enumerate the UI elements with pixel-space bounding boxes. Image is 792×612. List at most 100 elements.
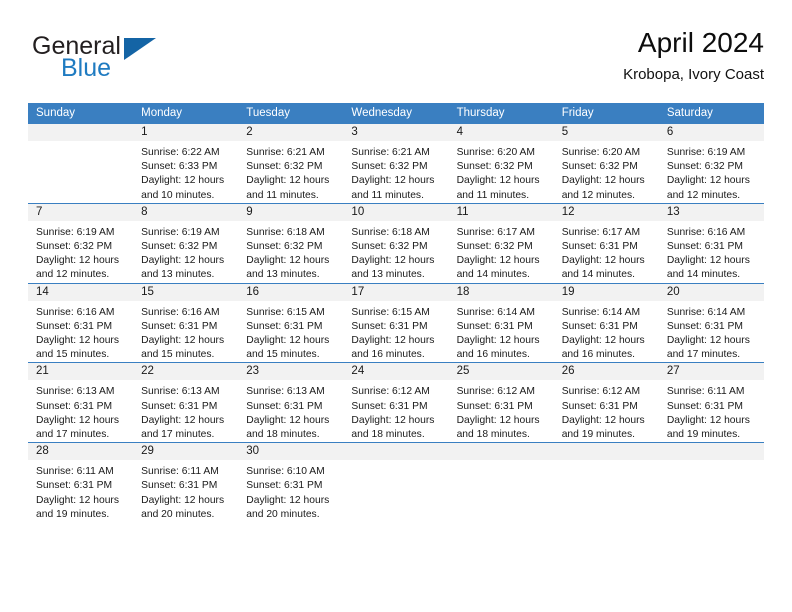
weekday-header-wednesday: Wednesday [343,103,449,124]
calendar-day-cell[interactable]: 22 Sunrise: 6:13 AM Sunset: 6:31 PM Dayligh… [133,362,239,443]
calendar-day-cell[interactable]: 20 Sunrise: 6:14 AM Sunset: 6:31 PM Dayligh… [658,282,764,363]
calendar-day-cell[interactable]: 28 Sunrise: 6:11 AM Sunset: 6:31 PM Dayligh… [28,442,134,523]
calendar-day-cell[interactable]: 8 Sunrise: 6:19 AM Sunset: 6:32 PM Daylight… [133,202,239,284]
triangle-icon [124,38,156,60]
calendar-day-cell[interactable]: 10 Sunrise: 6:18 AM Sunset: 6:32 PM Dayligh… [343,202,449,284]
calendar-day-cell[interactable]: 19 Sunrise: 6:14 AM Sunset: 6:31 PM Dayligh… [553,282,659,363]
day-details: Sunrise: 6:10 AM Sunset: 6:31 PM Daylight:… [238,460,343,522]
sunset-text: Sunset: 6:31 PM [141,320,218,332]
calendar-day-cell[interactable]: 4 Sunrise: 6:20 AM Sunset: 6:32 PM Daylight… [448,124,554,203]
daylight-text-line2: and 19 minutes. [666,429,741,441]
calendar-day-cell[interactable]: 7 Sunrise: 6:19 AM Sunset: 6:32 PM Daylight… [28,202,134,284]
daylight-text-line2: and 14 minutes. [456,269,530,281]
day-details: Sunrise: 6:21 AM Sunset: 6:32 PM Daylight:… [343,141,448,203]
sunset-text: Sunset: 6:31 PM [351,320,428,332]
sunset-text: Sunset: 6:32 PM [561,161,638,173]
sunrise-text: Sunrise: 6:13 AM [36,386,115,398]
calendar-day-cell[interactable] [658,442,764,523]
calendar-day-cell[interactable]: 25 Sunrise: 6:12 AM Sunset: 6:31 PM Dayligh… [448,362,554,443]
calendar-day-cell[interactable]: 5 Sunrise: 6:20 AM Sunset: 6:32 PM Daylight… [553,124,659,203]
daylight-text-line1: Daylight: 12 hours [456,414,540,426]
day-details: Sunrise: 6:19 AM Sunset: 6:32 PM Daylight:… [133,221,238,283]
calendar-day-cell[interactable]: 26 Sunrise: 6:12 AM Sunset: 6:31 PM Dayligh… [553,362,659,443]
day-details: Sunrise: 6:12 AM Sunset: 6:31 PM Daylight:… [554,380,659,442]
daylight-text-line1: Daylight: 12 hours [666,335,750,347]
calendar-week-row: 28 Sunrise: 6:11 AM Sunset: 6:31 PM Dayligh… [28,442,764,523]
daylight-text-line1: Daylight: 12 hours [456,175,540,187]
calendar-day-cell[interactable]: 9 Sunrise: 6:18 AM Sunset: 6:32 PM Daylight… [238,202,344,284]
daylight-text-line2: and 19 minutes. [36,508,110,520]
daylight-text-line2: and 20 minutes. [141,508,215,520]
calendar-day-cell[interactable]: 27 Sunrise: 6:11 AM Sunset: 6:31 PM Dayligh… [658,362,764,443]
calendar-day-cell[interactable]: 2 Sunrise: 6:21 AM Sunset: 6:32 PM Daylight… [238,124,344,203]
weekday-header-sunday: Sunday [28,103,134,124]
calendar-day-cell[interactable]: 23 Sunrise: 6:13 AM Sunset: 6:31 PM Dayligh… [238,362,344,443]
calendar-day-cell[interactable] [343,442,449,523]
daylight-text-line2: and 17 minutes. [141,429,215,441]
sunrise-text: Sunrise: 6:20 AM [561,147,641,158]
sunrise-text: Sunrise: 6:22 AM [141,147,220,158]
brand-logo[interactable]: General Blue [28,32,258,92]
daylight-text-line2: and 13 minutes. [351,269,425,281]
day-details: Sunrise: 6:15 AM Sunset: 6:31 PM Daylight:… [238,301,343,363]
calendar-day-cell[interactable]: 15 Sunrise: 6:16 AM Sunset: 6:31 PM Dayligh… [133,282,239,363]
calendar-day: 6 Sunrise: 6:19 AM Sunset: 6:32 PM Daylight… [658,124,764,203]
daylight-text-line1: Daylight: 12 hours [246,494,330,506]
calendar-day-cell[interactable]: 11 Sunrise: 6:17 AM Sunset: 6:32 PM Dayligh… [448,202,554,284]
calendar-day-cell[interactable]: 24 Sunrise: 6:12 AM Sunset: 6:31 PM Dayligh… [343,362,449,443]
sunset-text: Sunset: 6:31 PM [246,320,323,332]
day-number: 14 [28,283,134,301]
calendar-day-cell[interactable]: 6 Sunrise: 6:19 AM Sunset: 6:32 PM Daylight… [658,124,764,203]
daylight-text-line2: and 13 minutes. [246,269,320,281]
calendar-week-row: 14 Sunrise: 6:16 AM Sunset: 6:31 PM Dayligh… [28,282,764,363]
day-details: Sunrise: 6:22 AM Sunset: 6:33 PM Daylight:… [133,141,238,203]
calendar-day-cell[interactable]: 3 Sunrise: 6:21 AM Sunset: 6:32 PM Daylight… [343,124,449,203]
daylight-text-line1: Daylight: 12 hours [456,255,540,267]
daylight-text-line1: Daylight: 12 hours [456,335,540,347]
sunset-text: Sunset: 6:32 PM [141,241,218,253]
calendar-day-cell[interactable] [28,124,134,203]
page-header: General Blue April 2024 Krobopa, Ivory C… [28,26,764,96]
calendar-day: 12 Sunrise: 6:17 AM Sunset: 6:31 PM Dayligh… [553,203,659,283]
sunrise-text: Sunrise: 6:21 AM [351,147,430,158]
daylight-text-line2: and 16 minutes. [456,349,530,361]
calendar-day-cell[interactable]: 18 Sunrise: 6:14 AM Sunset: 6:31 PM Dayligh… [448,282,554,363]
calendar-week-row: 1 Sunrise: 6:22 AM Sunset: 6:33 PM Daylight… [28,124,764,203]
calendar-day-cell[interactable]: 29 Sunrise: 6:11 AM Sunset: 6:31 PM Dayligh… [133,442,239,523]
calendar-day-cell[interactable]: 1 Sunrise: 6:22 AM Sunset: 6:33 PM Daylight… [133,124,239,203]
calendar-day: 22 Sunrise: 6:13 AM Sunset: 6:31 PM Dayligh… [133,363,239,442]
day-number: 4 [448,124,554,141]
calendar-day: 24 Sunrise: 6:12 AM Sunset: 6:31 PM Dayligh… [343,363,449,442]
daylight-text-line1: Daylight: 12 hours [36,414,119,426]
day-details: Sunrise: 6:14 AM Sunset: 6:31 PM Daylight:… [554,301,659,363]
day-details: Sunrise: 6:18 AM Sunset: 6:32 PM Daylight:… [238,221,343,283]
sunset-text: Sunset: 6:31 PM [141,480,218,492]
day-details: Sunrise: 6:17 AM Sunset: 6:32 PM Daylight:… [449,221,554,283]
calendar-day-cell[interactable]: 21 Sunrise: 6:13 AM Sunset: 6:31 PM Dayligh… [28,362,134,443]
calendar-day-empty [343,443,449,522]
day-number [28,124,134,141]
calendar-day-cell[interactable]: 14 Sunrise: 6:16 AM Sunset: 6:31 PM Dayligh… [28,282,134,363]
day-number: 8 [133,203,239,221]
calendar-day-cell[interactable]: 16 Sunrise: 6:15 AM Sunset: 6:31 PM Dayligh… [238,282,344,363]
day-details: Sunrise: 6:13 AM Sunset: 6:31 PM Daylight:… [28,380,133,442]
sunset-text: Sunset: 6:33 PM [141,161,218,173]
daylight-text-line2: and 13 minutes. [141,269,215,281]
sunset-text: Sunset: 6:32 PM [456,161,533,173]
calendar-day-cell[interactable]: 13 Sunrise: 6:16 AM Sunset: 6:31 PM Dayligh… [658,202,764,284]
sunset-text: Sunset: 6:31 PM [561,241,638,253]
day-details: Sunrise: 6:11 AM Sunset: 6:31 PM Daylight:… [28,460,133,522]
day-number [448,443,554,461]
day-number [658,443,764,461]
calendar-day-cell[interactable] [448,442,554,523]
calendar-day-empty [28,124,134,203]
calendar-day-cell[interactable]: 17 Sunrise: 6:15 AM Sunset: 6:31 PM Dayligh… [343,282,449,363]
daylight-text-line2: and 17 minutes. [36,429,110,441]
daylight-text-line1: Daylight: 12 hours [351,335,435,347]
calendar-day-cell[interactable]: 12 Sunrise: 6:17 AM Sunset: 6:31 PM Dayligh… [553,202,659,284]
calendar-day-cell[interactable] [553,442,659,523]
calendar-day: 30 Sunrise: 6:10 AM Sunset: 6:31 PM Dayligh… [238,443,344,522]
calendar-day-cell[interactable]: 30 Sunrise: 6:10 AM Sunset: 6:31 PM Dayligh… [238,442,344,523]
sunrise-text: Sunrise: 6:11 AM [666,386,745,398]
day-details: Sunrise: 6:11 AM Sunset: 6:31 PM Daylight:… [133,460,238,522]
